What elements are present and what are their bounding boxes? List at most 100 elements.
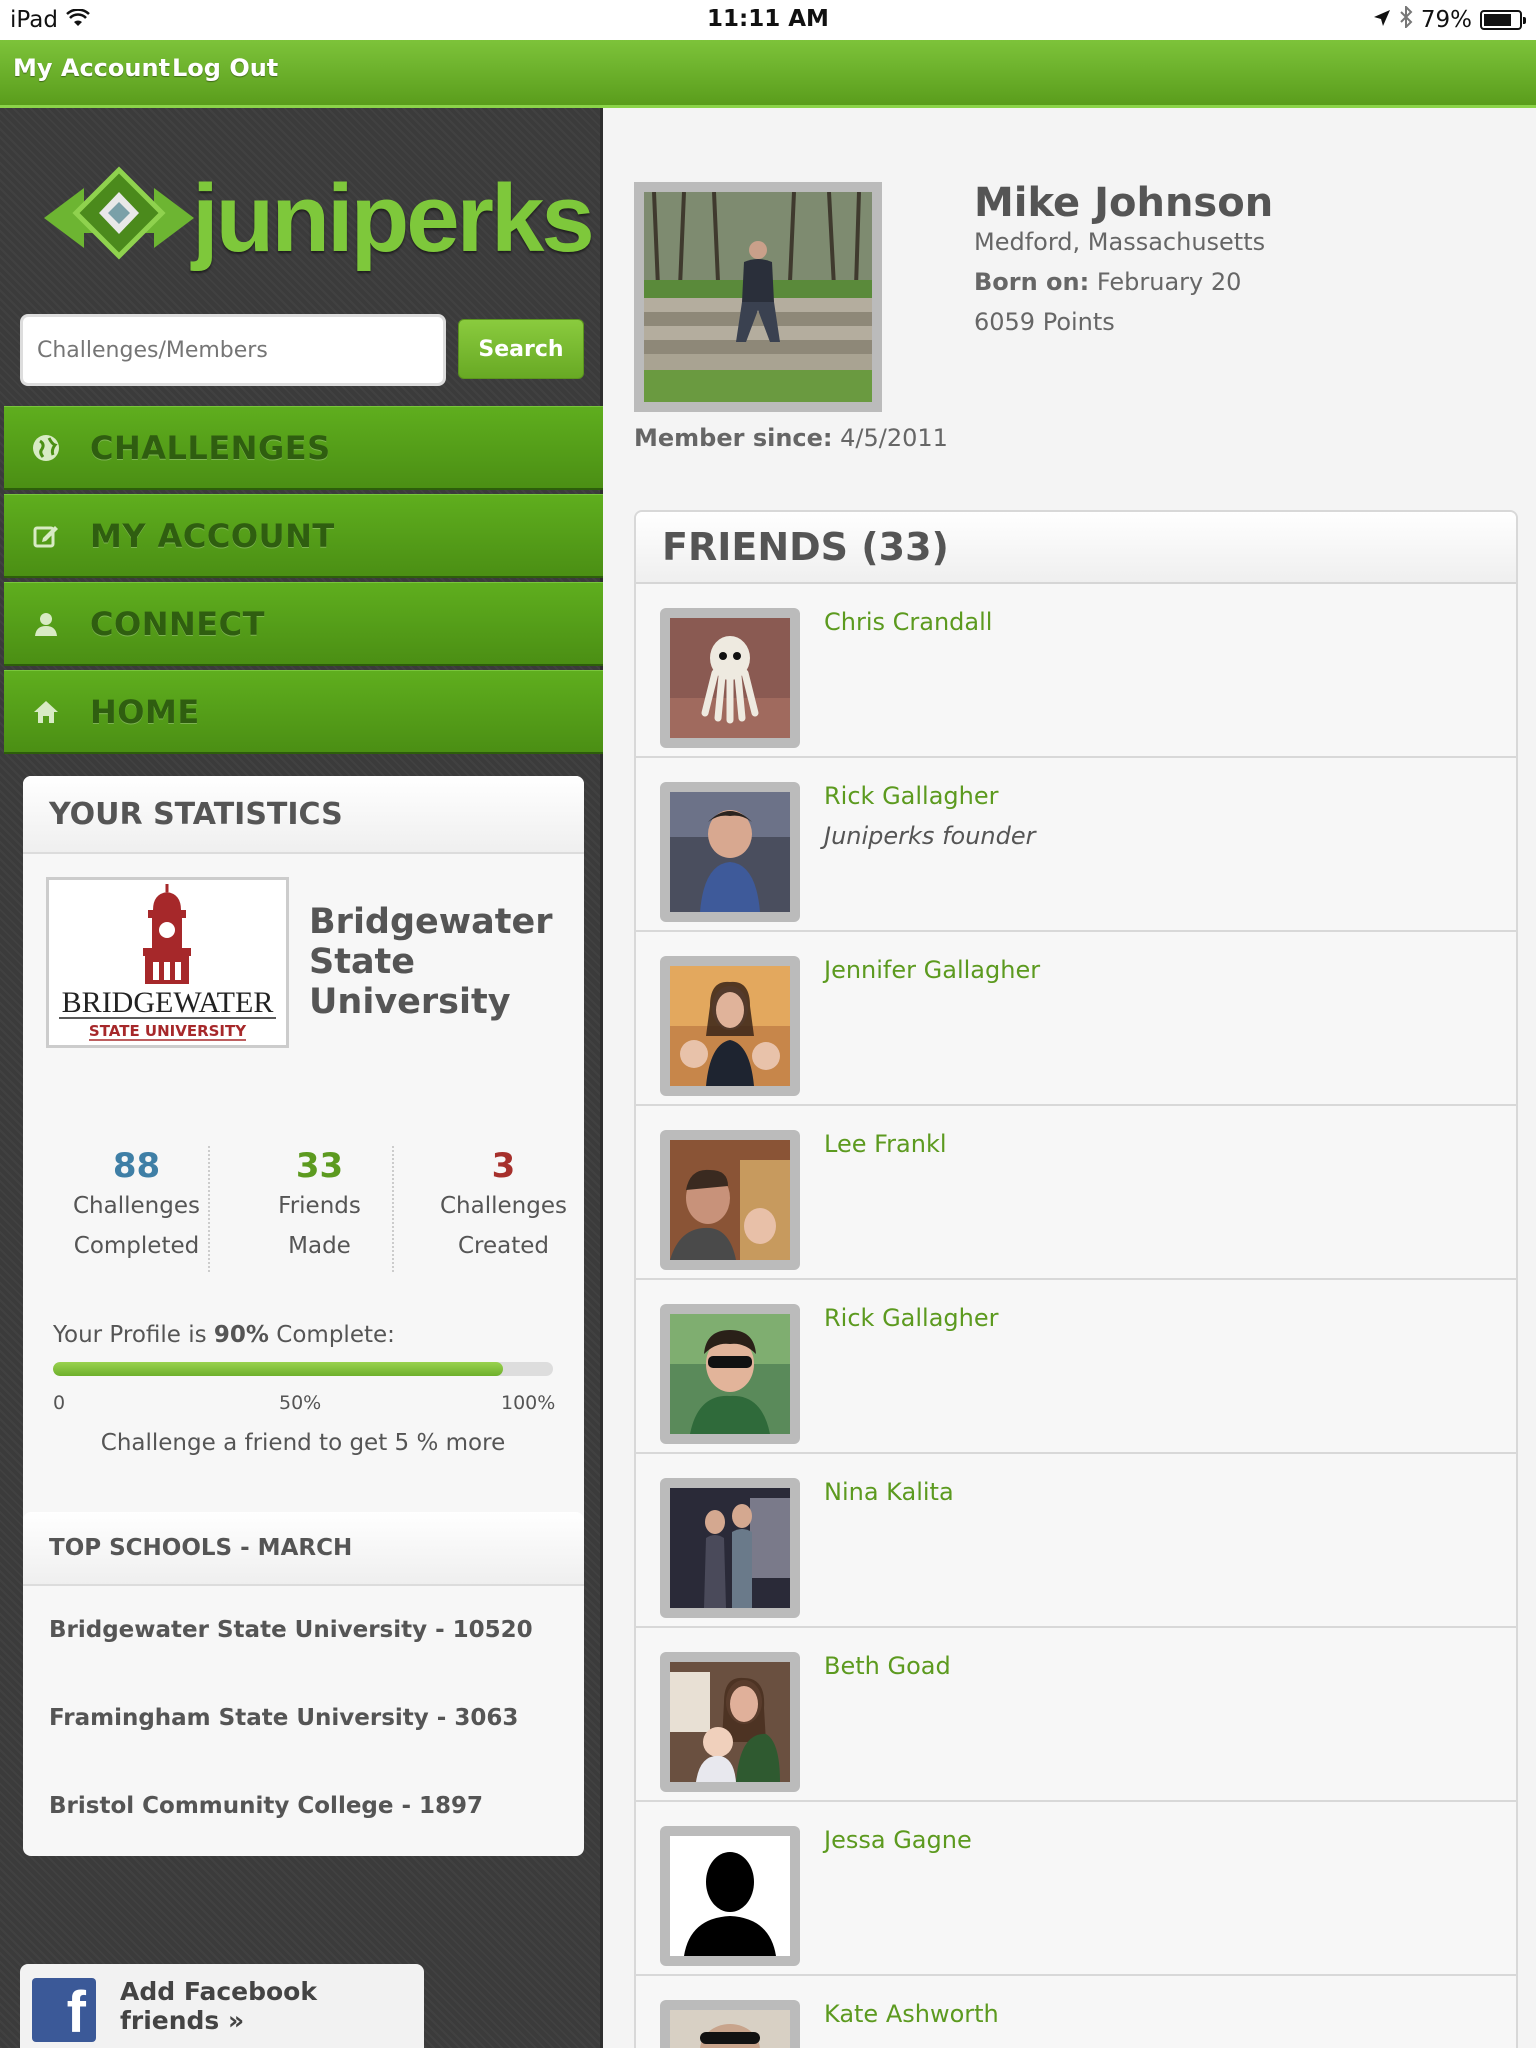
friend-name[interactable]: Jessa Gagne (824, 1826, 972, 1854)
battery-percent: 79% (1420, 7, 1472, 33)
school-logo-subtext: STATE UNIVERSITY (88, 1022, 247, 1040)
top-school-item[interactable]: Framingham State University - 3063 (23, 1674, 584, 1762)
statistics-title: YOUR STATISTICS (23, 776, 584, 854)
friend-item[interactable]: Nina Kalita (636, 1454, 1516, 1628)
friend-subtitle: Juniperks founder (824, 822, 1036, 850)
profile-progress-bar (53, 1362, 553, 1376)
top-school-item[interactable]: Bristol Community College - 1897 (23, 1762, 584, 1850)
friend-name[interactable]: Lee Frankl (824, 1130, 947, 1158)
friend-item[interactable]: Jessa Gagne (636, 1802, 1516, 1976)
friend-avatar[interactable] (660, 2000, 800, 2048)
member-since: Member since: 4/5/2011 (634, 424, 948, 452)
school-logo-text: BRIDGEWATER (61, 986, 274, 1019)
friend-name[interactable]: Jennifer Gallagher (824, 956, 1040, 984)
stat-value: 33 (295, 1146, 344, 1186)
stat-label: Friends (278, 1193, 361, 1219)
logo-text: juniperks (192, 165, 595, 272)
friend-name[interactable]: Kate Ashworth (824, 2000, 999, 2028)
friend-name[interactable]: Beth Goad (824, 1652, 951, 1680)
profile-progress-fill (53, 1362, 503, 1376)
top-bar: My Account Log Out (0, 40, 1536, 108)
stat-divider (392, 1146, 394, 1272)
friends-title: FRIENDS (33) (636, 512, 1516, 584)
profile-photo-image (644, 192, 872, 402)
friend-avatar[interactable] (660, 1130, 800, 1270)
edit-icon (30, 520, 62, 552)
friend-item[interactable]: Chris Crandall (636, 584, 1516, 758)
nav-connect[interactable]: CONNECT (4, 582, 603, 666)
stat-friends-made: 33 Friends Made (228, 1146, 411, 1266)
nav-label: CHALLENGES (90, 428, 331, 467)
friends-panel: FRIENDS (33) Chris Crandall Rick Gallagh… (634, 510, 1518, 2048)
bluetooth-icon (1399, 4, 1413, 34)
top-school-item[interactable]: Bridgewater State University - 10520 (23, 1586, 584, 1674)
stat-label: Challenges (440, 1193, 567, 1219)
profile-complete-text: Your Profile is 90% Complete: (53, 1322, 395, 1348)
facebook-icon: f (32, 1978, 96, 2042)
friend-photo (670, 1314, 790, 1434)
globe-icon (30, 432, 62, 464)
progress-tick: 0 (53, 1392, 66, 1414)
profile-photo[interactable] (634, 182, 882, 412)
born-value: February 20 (1096, 268, 1242, 296)
friend-item[interactable]: Lee Frankl (636, 1106, 1516, 1280)
stat-label: Challenges (73, 1193, 200, 1219)
school-logo-emblem (59, 884, 276, 1041)
progress-tick: 100% (501, 1392, 556, 1414)
friend-photo (670, 1488, 790, 1608)
search-button[interactable]: Search (458, 319, 584, 379)
status-bar: iPad 11:11 AM 79% (0, 0, 1536, 40)
friend-avatar[interactable] (660, 1826, 800, 1966)
friend-item[interactable]: Rick Gallagher Juniperks founder (636, 758, 1516, 932)
friend-avatar[interactable] (660, 1652, 800, 1792)
top-schools-panel: TOP SCHOOLS - MARCH Bridgewater State Un… (23, 1512, 584, 1856)
home-icon (30, 696, 62, 728)
profile-complete-percent: 90% (213, 1322, 269, 1348)
search-input[interactable] (20, 314, 446, 386)
friend-name[interactable]: Rick Gallagher (824, 1304, 999, 1332)
profile-name: Mike Johnson (974, 180, 1274, 226)
member-since-label: Member since: (634, 424, 833, 452)
log-out-link[interactable]: Log Out (172, 54, 278, 82)
logo-mark-icon (44, 166, 194, 260)
add-facebook-friends-button[interactable]: f Add Facebook friends » (20, 1964, 424, 2048)
add-facebook-friends-label: Add Facebook friends » (120, 1977, 317, 2035)
stat-value: 3 (491, 1146, 516, 1186)
profile-complete-suffix: Complete: (268, 1322, 395, 1348)
stat-value: 88 (112, 1146, 161, 1186)
sidebar: juniperks Search CHALLENGES MY ACCOUNT C… (0, 108, 603, 2048)
friend-avatar[interactable] (660, 1304, 800, 1444)
friend-name[interactable]: Chris Crandall (824, 608, 992, 636)
nav-label: CONNECT (90, 604, 265, 643)
profile-location: Medford, Massachusetts (974, 228, 1266, 256)
friend-avatar[interactable] (660, 782, 800, 922)
stat-label: Completed (73, 1233, 200, 1259)
status-time: 11:11 AM (707, 6, 829, 32)
friend-name[interactable]: Nina Kalita (824, 1478, 954, 1506)
nav-challenges[interactable]: CHALLENGES (4, 406, 603, 490)
location-arrow-icon (1373, 7, 1391, 33)
nav-my-account[interactable]: MY ACCOUNT (4, 494, 603, 578)
friend-avatar[interactable] (660, 1478, 800, 1618)
friend-item[interactable]: Kate Ashworth (636, 1976, 1516, 2048)
battery-fill (1484, 14, 1511, 26)
friend-photo (670, 1662, 790, 1782)
friend-name[interactable]: Rick Gallagher (824, 782, 999, 810)
my-account-link[interactable]: My Account (13, 54, 170, 82)
friend-item[interactable]: Rick Gallagher (636, 1280, 1516, 1454)
friend-photo (670, 1140, 790, 1260)
main-content: Mike Johnson Medford, Massachusetts Born… (606, 108, 1536, 2048)
nav-home[interactable]: HOME (4, 670, 603, 754)
friend-avatar[interactable] (660, 956, 800, 1096)
born-label: Born on: (974, 268, 1090, 296)
friend-item[interactable]: Beth Goad (636, 1628, 1516, 1802)
school-name: Bridgewater State University (309, 902, 553, 1022)
school-logo: BRIDGEWATER STATE UNIVERSITY (46, 877, 289, 1048)
friend-photo (670, 966, 790, 1086)
friend-avatar[interactable] (660, 608, 800, 748)
juniperks-logo[interactable]: juniperks (44, 158, 595, 278)
friend-photo (670, 1836, 790, 1956)
user-icon (30, 608, 62, 640)
profile-birthday: Born on: February 20 (974, 268, 1241, 296)
friend-item[interactable]: Jennifer Gallagher (636, 932, 1516, 1106)
